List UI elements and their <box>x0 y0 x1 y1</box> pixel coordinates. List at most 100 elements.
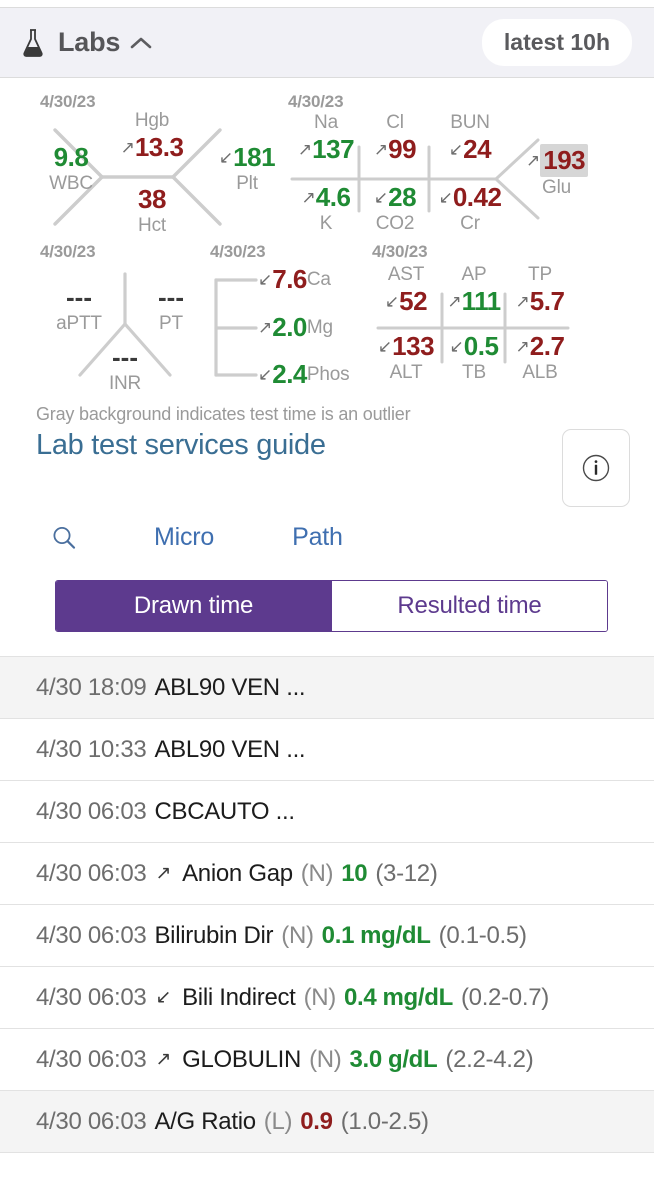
lft-alt-value: 133 <box>392 331 435 361</box>
cbc-date: 4/30/23 <box>40 92 96 111</box>
cbc-fishbone[interactable]: 4/30/23 9.8 WBC Hgb ↗ 13.3 38 Hct ↙ 181 … <box>40 92 280 236</box>
result-test-name: GLOBULIN <box>182 1045 302 1073</box>
lytes-phos-arrow: ↙ <box>258 364 273 384</box>
table-row[interactable]: 4/30 06:03 ↙ Bili Indirect (N) 0.4 mg/dL (0.2-… <box>0 967 654 1029</box>
lft-tb-arrow: ↙ <box>449 336 464 356</box>
lytes-mg-arrow: ↗ <box>258 317 273 337</box>
bmp-fishbone[interactable]: 4/30/23 Na ↗ 137 ↗ 4.6 K Cl ↗ 99 ↙ 28 CO… <box>288 92 608 234</box>
result-value: 0.4 <box>343 983 377 1011</box>
lft-alt-arrow: ↙ <box>377 336 393 356</box>
bmp-glu-value: 193 <box>540 144 589 177</box>
result-value: 0.9 <box>300 1107 333 1135</box>
table-row[interactable]: 4/30 18:09 ABL90 VEN ... <box>0 657 654 719</box>
result-flag: (N) <box>281 921 314 949</box>
coags-fishbone[interactable]: 4/30/23 --- aPTT --- PT --- INR <box>40 242 210 397</box>
chevron-up-icon[interactable] <box>130 36 152 50</box>
lft-ast-value: 52 <box>399 286 428 316</box>
lft-tp-label: TP <box>528 264 552 285</box>
lab-test-services-guide-link[interactable]: Lab test services guide <box>36 429 326 462</box>
bmp-glu-arrow: ↗ <box>526 150 541 170</box>
result-trend-arrow-icon: ↙ <box>155 987 172 1008</box>
lytes-phos-label: Phos <box>306 363 350 385</box>
coags-inr-label: INR <box>108 373 142 394</box>
result-test-name: CBCAUTO ... <box>154 797 295 825</box>
search-icon[interactable] <box>50 524 78 552</box>
table-row[interactable]: 4/30 10:33 ABL90 VEN ... <box>0 719 654 781</box>
lft-tb-label: TB <box>462 362 486 383</box>
result-flag: (N) <box>309 1045 342 1073</box>
bmp-co2-arrow: ↙ <box>373 187 389 207</box>
table-row[interactable]: 4/30 06:03 A/G Ratio (L) 0.9 (1.0-2.5) <box>0 1091 654 1153</box>
cbc-hgb-arrow: ↗ <box>120 137 135 157</box>
result-value: 10 <box>341 859 368 887</box>
lft-ast-label: AST <box>387 264 425 285</box>
cbc-plt-label: Plt <box>236 173 258 194</box>
info-button[interactable] <box>562 429 630 507</box>
path-link[interactable]: Path <box>292 523 343 552</box>
lft-date: 4/30/23 <box>372 242 428 261</box>
lytes-ca-label: Ca <box>306 268 331 290</box>
info-icon <box>582 454 610 482</box>
table-row[interactable]: 4/30 06:03 CBCAUTO ... <box>0 781 654 843</box>
lft-alb-arrow: ↗ <box>515 336 530 356</box>
result-reference-range: (1.0-2.5) <box>340 1107 429 1135</box>
result-test-name: A/G Ratio <box>154 1107 256 1135</box>
lytes-mg-value: 2.0 <box>272 312 307 342</box>
bmp-na-value: 137 <box>312 134 355 164</box>
lytes-phos-value: 2.4 <box>272 359 307 389</box>
table-row[interactable]: 4/30 06:03 Bilirubin Dir (N) 0.1 mg/dL (0.1-0… <box>0 905 654 967</box>
drawn-time-tab[interactable]: Drawn time <box>56 581 331 631</box>
bmp-cl-value: 99 <box>388 134 417 164</box>
lft-alb-label: ALB <box>522 362 558 383</box>
latest-range-badge[interactable]: latest 10h <box>481 19 632 66</box>
micro-link[interactable]: Micro <box>154 523 214 552</box>
bmp-k-value: 4.6 <box>315 182 351 212</box>
labs-header-left[interactable]: Labs <box>20 27 152 58</box>
lft-ap-label: AP <box>461 264 487 285</box>
bmp-cl-label: Cl <box>386 112 404 133</box>
table-row[interactable]: 4/30 06:03 ↗ GLOBULIN (N) 3.0 g/dL (2.2-4.2) <box>0 1029 654 1091</box>
lft-ast-arrow: ↙ <box>384 291 400 311</box>
result-test-name: Bilirubin Dir <box>154 921 274 949</box>
lytes-mg-label: Mg <box>306 316 333 338</box>
result-timestamp: 4/30 06:03 <box>36 1107 147 1135</box>
labs-panel: Labs latest 10h 4/30/23 9.8 WBC Hgb ↗ 13… <box>0 0 654 1200</box>
cbc-hgb-label: Hgb <box>134 110 170 131</box>
result-unit: mg/dL <box>360 921 431 949</box>
lft-fishbone[interactable]: 4/30/23 AST ↙ 52 ↙ 133 ALT AP ↗ 111 ↙ 0.… <box>372 242 582 397</box>
bmp-k-label: K <box>319 213 333 234</box>
bmp-cr-label: Cr <box>460 213 480 234</box>
cbc-hct-value: 38 <box>138 184 166 214</box>
table-row[interactable]: 4/30 06:03 ↗ Anion Gap (N) 10 (3-12) <box>0 843 654 905</box>
result-trend-arrow-icon: ↗ <box>155 1049 172 1070</box>
fishbone-row-1: 4/30/23 9.8 WBC Hgb ↗ 13.3 38 Hct ↙ 181 … <box>0 92 654 242</box>
result-test-name: ABL90 VEN ... <box>154 735 306 763</box>
result-test-name: Anion Gap <box>182 859 293 887</box>
resulted-time-tab[interactable]: Resulted time <box>331 581 607 631</box>
result-timestamp: 4/30 06:03 <box>36 921 147 949</box>
result-reference-range: (3-12) <box>375 859 438 887</box>
coags-pt-value: --- <box>158 282 184 312</box>
bmp-co2-label: CO2 <box>375 213 415 234</box>
result-timestamp: 4/30 18:09 <box>36 673 147 701</box>
lft-alt-label: ALT <box>389 362 423 383</box>
result-flag: (N) <box>303 983 337 1011</box>
cbc-plt-value: 181 <box>233 142 276 172</box>
bmp-co2-value: 28 <box>388 182 417 212</box>
result-unit: g/dL <box>387 1045 438 1073</box>
lft-ap-arrow: ↗ <box>447 291 462 311</box>
cbc-wbc-label: WBC <box>49 173 93 194</box>
bmp-bun-arrow: ↙ <box>448 139 464 159</box>
lft-tp-arrow: ↗ <box>515 291 530 311</box>
result-timestamp: 4/30 06:03 <box>36 1045 147 1073</box>
bmp-glu-label: Glu <box>542 177 571 198</box>
flask-icon <box>23 28 43 57</box>
guide-row: Lab test services guide <box>0 425 654 507</box>
lytes-ca-arrow: ↙ <box>258 269 273 289</box>
result-flag: (N) <box>300 859 334 887</box>
fishbone-row-2: 4/30/23 --- aPTT --- PT --- INR 4/30/23 … <box>0 242 654 404</box>
result-timestamp: 4/30 06:03 <box>36 797 147 825</box>
cbc-hct-label: Hct <box>138 215 166 236</box>
result-reference-range: (2.2-4.2) <box>445 1045 534 1073</box>
lytes-bracket-panel[interactable]: 4/30/23 ↙ 7.6 Ca ↗ 2.0 Mg ↙ 2.4 Phos <box>210 242 370 397</box>
